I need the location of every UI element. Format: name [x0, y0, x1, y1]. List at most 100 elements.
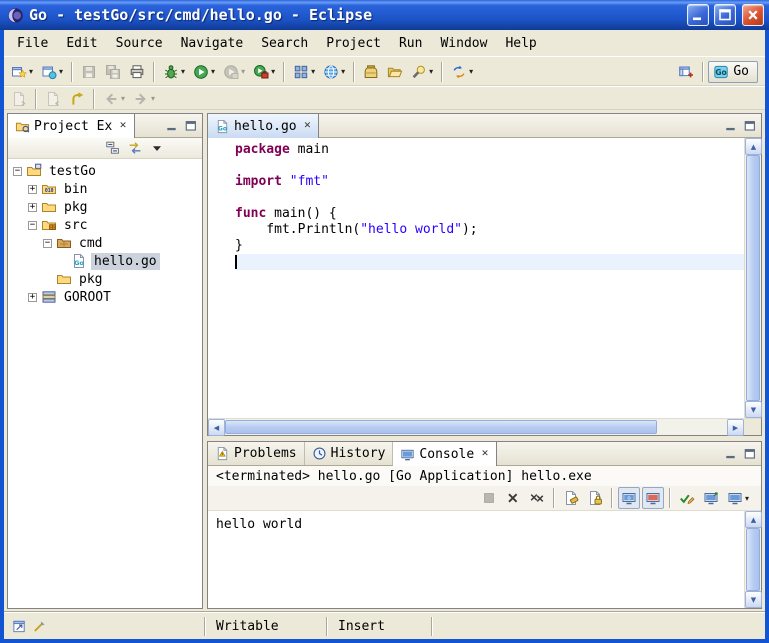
close-window-button[interactable] — [742, 4, 764, 26]
scroll-down-button[interactable]: ▼ — [745, 401, 762, 418]
code-line[interactable] — [235, 158, 744, 174]
scroll-up-button[interactable]: ▲ — [745, 138, 762, 155]
tree-expander-minus[interactable]: − — [43, 239, 52, 248]
code-line[interactable]: import "fmt" — [235, 174, 744, 190]
trim-widget-icon[interactable] — [32, 619, 47, 634]
tree-item-goroot[interactable]: +GOROOT — [8, 288, 202, 306]
activate-on-write-button[interactable] — [676, 487, 698, 509]
console-vertical-scrollbar[interactable]: ▲ ▼ — [744, 511, 761, 608]
tab-console[interactable]: Console✕ — [393, 442, 496, 466]
show-when-stderr-changes-button[interactable] — [642, 487, 664, 509]
open-perspective-button[interactable] — [675, 61, 697, 83]
code-line[interactable]: package main — [235, 142, 744, 158]
close-explorer-tab-icon[interactable]: ✕ — [119, 121, 127, 131]
debug-button[interactable]: ▾ — [160, 61, 188, 83]
tab-history[interactable]: History — [305, 442, 394, 465]
remove-launch-button[interactable] — [502, 487, 524, 509]
scroll-lock-button[interactable] — [584, 487, 606, 509]
scrollbar-thumb[interactable] — [225, 420, 657, 434]
dropdown-arrow-icon[interactable]: ▾ — [341, 67, 345, 76]
maximize-view-button[interactable] — [182, 117, 200, 135]
dropdown-arrow-icon[interactable]: ▾ — [241, 67, 245, 76]
dropdown-arrow-icon[interactable]: ▾ — [271, 67, 275, 76]
dropdown-arrow-icon[interactable]: ▾ — [29, 67, 33, 76]
console-output[interactable]: hello world — [208, 511, 744, 608]
code-line[interactable]: } — [235, 238, 744, 254]
code-line[interactable] — [235, 190, 744, 206]
editor-horizontal-scrollbar[interactable]: ◀ ▶ — [208, 419, 744, 435]
open-type-button[interactable] — [360, 61, 382, 83]
fast-view-icon[interactable] — [12, 619, 27, 634]
tree-expander-minus[interactable]: − — [28, 221, 37, 230]
new-go-element-button[interactable]: ▾ — [38, 61, 66, 83]
remove-all-terminated-button[interactable] — [526, 487, 548, 509]
dropdown-arrow-icon[interactable]: ▾ — [59, 67, 63, 76]
scrollbar-thumb[interactable] — [746, 528, 760, 591]
view-menu-button[interactable] — [147, 138, 167, 158]
menu-project[interactable]: Project — [317, 32, 390, 55]
code-line[interactable] — [235, 254, 744, 270]
editor-vertical-scrollbar[interactable]: ▲ ▼ — [744, 138, 761, 418]
new-wizard-button[interactable]: ▾ — [8, 61, 36, 83]
scroll-left-button[interactable]: ◀ — [208, 419, 225, 436]
maximize-window-button[interactable] — [714, 4, 736, 26]
maximize-editor-button[interactable] — [741, 117, 759, 135]
close-editor-tab-icon[interactable]: ✕ — [304, 121, 312, 131]
dropdown-arrow-icon[interactable]: ▾ — [745, 494, 749, 503]
scroll-up-button[interactable]: ▲ — [745, 511, 762, 528]
scrollbar-track[interactable] — [745, 155, 761, 401]
show-when-stdout-changes-button[interactable]: o — [618, 487, 640, 509]
code-line[interactable]: fmt.Println("hello world"); — [235, 222, 744, 238]
open-resource-button[interactable] — [384, 61, 406, 83]
team-synchronize-button[interactable]: ▾ — [448, 61, 476, 83]
dropdown-arrow-icon[interactable]: ▾ — [121, 94, 125, 103]
dropdown-arrow-icon[interactable]: ▾ — [469, 67, 473, 76]
link-with-editor-button[interactable] — [125, 138, 145, 158]
go-perspective-button[interactable]: Go Go — [708, 61, 758, 83]
tab-hello-go[interactable]: Go hello.go ✕ — [208, 114, 319, 138]
menu-file[interactable]: File — [8, 32, 57, 55]
tree-expander-plus[interactable]: + — [28, 203, 37, 212]
menu-edit[interactable]: Edit — [57, 32, 106, 55]
minimize-editor-button[interactable] — [722, 117, 740, 135]
collapse-all-button[interactable] — [103, 138, 123, 158]
print-button[interactable] — [126, 61, 148, 83]
new-go-package-button[interactable]: ▾ — [290, 61, 318, 83]
tree-expander-minus[interactable]: − — [13, 167, 22, 176]
scrollbar-track[interactable] — [225, 419, 727, 435]
dropdown-arrow-icon[interactable]: ▾ — [151, 94, 155, 103]
tree-item-src[interactable]: −src — [8, 216, 202, 234]
minimize-window-button[interactable] — [687, 4, 709, 26]
menu-window[interactable]: Window — [431, 32, 496, 55]
menu-run[interactable]: Run — [390, 32, 431, 55]
scroll-right-button[interactable]: ▶ — [727, 419, 744, 436]
menu-help[interactable]: Help — [496, 32, 545, 55]
minimize-console-button[interactable] — [722, 445, 740, 463]
tree-item-pkg[interactable]: +pkg — [8, 198, 202, 216]
dropdown-arrow-icon[interactable]: ▾ — [311, 67, 315, 76]
tree-item-cmd[interactable]: −cmd — [8, 234, 202, 252]
scroll-down-button[interactable]: ▼ — [745, 591, 762, 608]
dropdown-arrow-icon[interactable]: ▾ — [181, 67, 185, 76]
tree-item-bin[interactable]: +010bin — [8, 180, 202, 198]
open-web-browser-button[interactable]: ▾ — [320, 61, 348, 83]
last-edit-location-button[interactable] — [66, 88, 88, 110]
clear-console-button[interactable] — [560, 487, 582, 509]
scrollbar-track[interactable] — [745, 528, 761, 591]
dropdown-arrow-icon[interactable]: ▾ — [429, 67, 433, 76]
external-tools-button[interactable]: ▾ — [250, 61, 278, 83]
close-tab-icon[interactable]: ✕ — [481, 449, 489, 459]
menu-search[interactable]: Search — [252, 32, 317, 55]
run-button[interactable]: ▾ — [190, 61, 218, 83]
open-console-button[interactable]: ▾ — [724, 487, 752, 509]
scrollbar-thumb[interactable] — [746, 155, 760, 401]
minimize-view-button[interactable] — [163, 117, 181, 135]
tab-project-explorer[interactable]: Project Ex ✕ — [8, 114, 135, 138]
tree-item-testgo[interactable]: −testGo — [8, 162, 202, 180]
display-selected-console-button[interactable] — [700, 487, 722, 509]
tree-item-hello-go[interactable]: Gohello.go — [8, 252, 202, 270]
tree-item-pkg[interactable]: pkg — [8, 270, 202, 288]
code-area[interactable]: package mainimport "fmt"func main() { fm… — [208, 138, 744, 418]
menu-source[interactable]: Source — [107, 32, 172, 55]
maximize-console-button[interactable] — [741, 445, 759, 463]
